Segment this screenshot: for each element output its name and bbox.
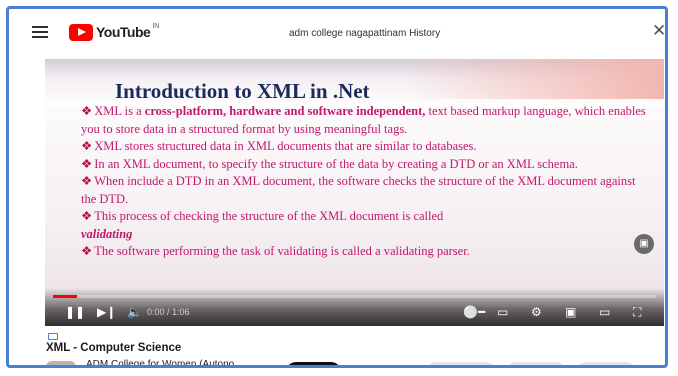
download-button[interactable]	[576, 362, 636, 365]
search-input[interactable]: adm college nagapattinam History	[289, 25, 589, 43]
subtitles-icon[interactable]: ▭	[497, 304, 508, 320]
bullet-icon: ❖	[81, 244, 93, 258]
captions-bubble-icon[interactable]: ▣	[634, 234, 654, 254]
slide-bullet-3: ❖ In an XML document, to specify the stru…	[81, 156, 651, 174]
like-button[interactable]	[426, 362, 496, 365]
slide-text: When include a DTD in an XML document, t…	[81, 174, 636, 206]
close-icon[interactable]: ✕	[652, 21, 665, 41]
autoplay-toggle[interactable]: ⚪━	[463, 304, 485, 320]
progress-fill	[53, 295, 78, 298]
volume-icon[interactable]: 🔈	[127, 304, 142, 320]
slide-text: XML is a	[94, 104, 145, 118]
slide-text-italic: validating	[81, 226, 133, 241]
slide-title: Introduction to XML in .Net	[115, 79, 370, 103]
video-title: XML - Computer Science	[46, 342, 182, 354]
channel-avatar[interactable]	[46, 361, 76, 365]
play-logo-icon	[69, 23, 93, 41]
slide-text: This process of checking the structure o…	[94, 209, 444, 223]
slide-text: XML stores structured data in XML docume…	[94, 139, 477, 153]
browser-frame: YouTube IN adm college nagapattinam Hist…	[6, 6, 668, 368]
top-bar: YouTube IN adm college nagapattinam Hist…	[9, 9, 665, 57]
slide-bullet-1: ❖ XML is a cross-platform, hardware and s…	[81, 103, 651, 138]
miniplayer-icon[interactable]: ▣	[565, 304, 576, 320]
logo-region: IN	[152, 22, 160, 30]
settings-gear-icon[interactable]: ⚙	[531, 304, 542, 320]
menu-icon[interactable]	[32, 26, 48, 38]
channel-name[interactable]: ADM College for Women (Autono...	[86, 359, 243, 365]
slide-text: In an XML document, to specify the struc…	[94, 156, 578, 171]
channel-row: ADM College for Women (Autono...	[46, 359, 646, 365]
slide-body: ❖ XML is a cross-platform, hardware and s…	[81, 103, 651, 261]
bullet-icon: ❖	[81, 139, 93, 153]
slide-text-bold: cross-platform, hardware and software in…	[144, 104, 426, 118]
pause-icon[interactable]: ❚❚	[65, 304, 85, 320]
time-display: 0:00 / 1:06	[147, 307, 190, 317]
bullet-icon: ❖	[81, 156, 93, 171]
slide-bullet-6: ❖ The software performing the task of val…	[81, 243, 651, 261]
chapter-icon	[48, 333, 58, 340]
slide-bullet-4: ❖ When include a DTD in an XML document, …	[81, 173, 651, 208]
slide-text: The software performing the task of vali…	[94, 244, 470, 258]
logo-text: YouTube	[96, 24, 151, 40]
video-player[interactable]: Introduction to XML in .Net ❖ XML is a cr…	[45, 59, 664, 326]
next-icon[interactable]: ▶❙	[97, 304, 116, 320]
bullet-icon: ❖	[81, 209, 93, 223]
share-button[interactable]	[506, 362, 566, 365]
fullscreen-icon[interactable]: ⛶	[633, 304, 641, 320]
theater-mode-icon[interactable]: ▭	[599, 304, 610, 320]
bullet-icon: ❖	[81, 174, 93, 188]
slide-bullet-2: ❖ XML stores structured data in XML docum…	[81, 138, 651, 156]
youtube-logo[interactable]: YouTube IN	[69, 22, 159, 42]
progress-bar[interactable]	[53, 295, 656, 298]
bullet-icon: ❖	[81, 104, 93, 118]
subscribe-button[interactable]	[286, 362, 341, 365]
slide-bullet-5: ❖ This process of checking the structure …	[81, 208, 651, 243]
